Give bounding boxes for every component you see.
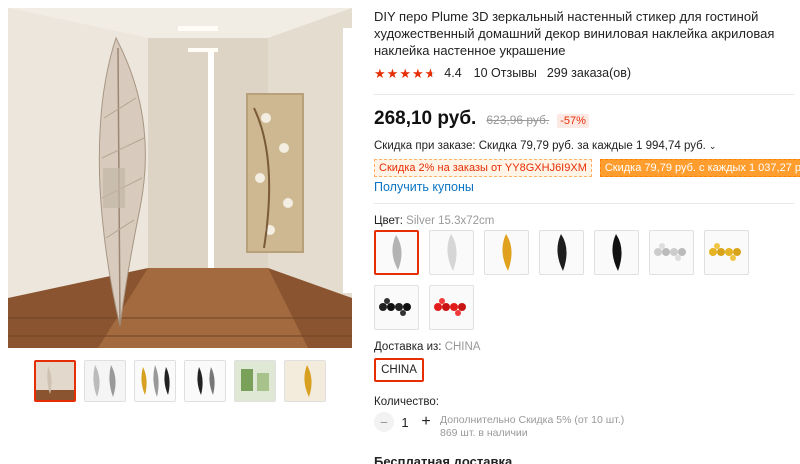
hallway-thumb-image [36, 362, 74, 400]
shipping-label-text: Доставка из: [374, 341, 442, 353]
thumbnail-black-feather[interactable] [184, 360, 226, 402]
thumbnail-hallway[interactable] [34, 360, 76, 402]
divider [374, 94, 794, 95]
stock-text: 869 шт. в наличии [440, 427, 528, 439]
rating-row: ★ ★ ★ ★ ★ 4.4 10 Отзывы 299 заказа(ов) [374, 66, 631, 80]
color-label: Цвет: Silver 15.3x72cm [374, 215, 494, 227]
thumbnail-gold-black[interactable] [134, 360, 176, 402]
product-title: DIY перо Plume 3D зеркальный настенный с… [374, 9, 775, 58]
shipping-label: Доставка из: CHINA [374, 341, 480, 353]
coupon-code[interactable]: Скидка 2% на заказы от YY8GXHJ6I9XM [374, 159, 592, 177]
quantity-label: Количество: [374, 396, 439, 408]
current-price: 268,10 руб. [374, 108, 477, 129]
star-icon: ★ [411, 65, 424, 81]
swatch-white-feather[interactable] [429, 230, 474, 275]
black-hexagons-icon [379, 298, 411, 316]
black-feather-icon [557, 234, 567, 271]
gold-hexagons-icon [709, 243, 741, 261]
gold-black-thumb-image [135, 361, 175, 401]
main-product-image[interactable] [8, 8, 352, 348]
order-discount-label: Скидка при заказе: [374, 140, 476, 152]
gold-feather-icon [502, 234, 512, 271]
silver-feather-icon [392, 235, 402, 270]
color-selected: Silver 15.3x72cm [406, 215, 495, 227]
half-star-icon: ★ [425, 67, 437, 80]
order-discount-text: Скидка 79,79 руб. за каждые 1 994,74 руб… [478, 140, 706, 152]
red-hexagons-icon [434, 298, 466, 316]
thumbnail-strip [34, 360, 326, 402]
silver-hexagons-icon [654, 243, 686, 261]
swatch-silver-hexagons[interactable] [649, 230, 694, 275]
thumbnail-green-room[interactable] [234, 360, 276, 402]
price-row: 268,10 руб. 623,96 руб. -57% [374, 108, 589, 130]
product-info: DIY перо Plume 3D зеркальный настенный с… [374, 8, 800, 464]
thumbnail-gold-feather[interactable] [284, 360, 326, 402]
silver-feathers-thumb-image [85, 361, 125, 401]
plus-icon[interactable]: + [416, 412, 436, 432]
swatch-red-hexagons[interactable] [429, 285, 474, 330]
white-feather-icon [447, 234, 457, 271]
free-shipping-heading: Бесплатная доставка [374, 454, 513, 464]
gold-feather-thumb-image [285, 361, 325, 401]
black-feather-thumb-image [185, 361, 225, 401]
swatch-black-hexagons[interactable] [374, 285, 419, 330]
reviews-link[interactable]: 10 Отзывы [474, 66, 537, 80]
quantity-stepper: − 1 + [374, 412, 436, 432]
minus-icon[interactable]: − [374, 412, 394, 432]
quantity-value[interactable]: 1 [394, 415, 416, 430]
thumbnail-silver-feathers[interactable] [84, 360, 126, 402]
divider [374, 203, 794, 204]
swatch-gold-hexagons[interactable] [704, 230, 749, 275]
color-swatches [374, 230, 754, 330]
shipping-selected: CHINA [444, 341, 481, 353]
ship-from-china-button[interactable]: CHINA [374, 358, 424, 382]
rating-value: 4.4 [444, 66, 462, 80]
star-icon: ★ [374, 65, 386, 81]
old-price: 623,96 руб. [486, 113, 550, 127]
swatch-black-feather[interactable] [539, 230, 584, 275]
star-icon: ★ [399, 65, 411, 81]
swatch-black-feather-2[interactable] [594, 230, 639, 275]
rating-stars[interactable]: ★ ★ ★ ★ ★ [374, 67, 436, 80]
discount-badge: -57% [557, 114, 589, 128]
order-discount[interactable]: Скидка при заказе: Скидка 79,79 руб. за … [374, 140, 716, 152]
coupon-list: Скидка 2% на заказы от YY8GXHJ6I9XM Скид… [374, 159, 800, 177]
room-scene-image [8, 8, 352, 348]
quantity-info: Дополнительно Скидка 5% (от 10 шт.) 869 … [440, 414, 624, 440]
chevron-down-icon: ⌄ [708, 140, 717, 151]
star-icon: ★ [386, 65, 399, 81]
get-coupons-link[interactable]: Получить купоны [374, 180, 474, 194]
coupon-store[interactable]: Скидка 79,79 руб. с каждых 1 037,27 руб. [599, 159, 800, 177]
swatch-gold-feather[interactable] [484, 230, 529, 275]
black-feather-icon [612, 234, 622, 271]
swatch-silver-feather[interactable] [374, 230, 419, 275]
orders-count: 299 заказа(ов) [546, 66, 632, 80]
green-room-thumb-image [235, 361, 275, 401]
extra-discount-text: Дополнительно Скидка 5% (от 10 шт.) [440, 414, 625, 426]
color-label-text: Цвет: [374, 215, 403, 227]
